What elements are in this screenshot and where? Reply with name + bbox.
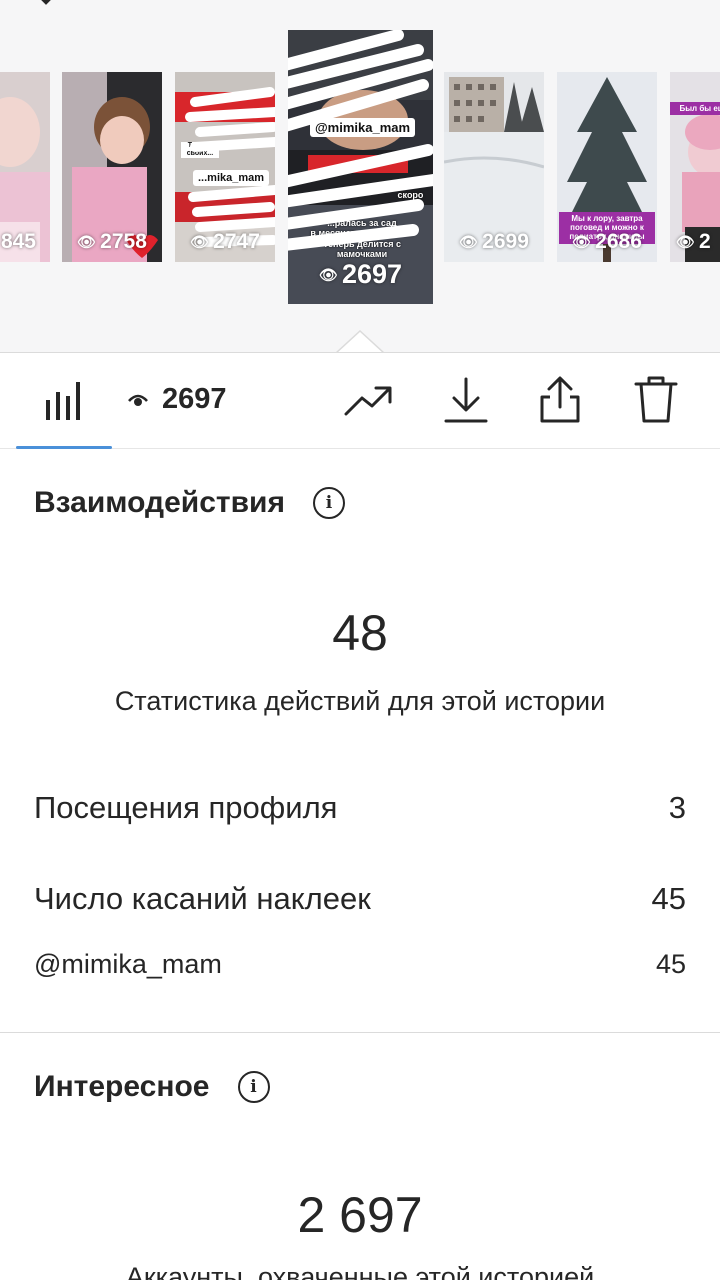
interactions-header: Взаимодействия i — [34, 486, 345, 520]
story-caption: ...ралась за сад в месяцев и выиграла! Т… — [310, 218, 414, 260]
story-caption: Тот кто своих... — [181, 142, 219, 159]
delete-button[interactable] — [628, 375, 684, 425]
share-button[interactable] — [532, 375, 588, 425]
info-icon[interactable]: i — [312, 487, 345, 519]
eye-icon: 👁 — [318, 266, 338, 284]
active-tab-indicator — [16, 446, 112, 449]
info-icon[interactable]: i — [237, 1071, 270, 1103]
story-thumbnail[interactable]: Мы к лору, завтра поговед и можно к педи… — [557, 72, 657, 262]
story-views: 👁 2699 — [459, 230, 529, 253]
stat-label: Число касаний наклеек — [34, 881, 371, 916]
discovery-total: 2 697 — [297, 1187, 423, 1243]
trending-icon — [344, 386, 392, 416]
discovery-subtitle: Аккаунты, охваченные этой историей — [125, 1262, 595, 1280]
story-strip: 845 👁 2758 Тот кто своих... ...mika_mam — [0, 0, 720, 352]
stat-value: 45 — [651, 881, 686, 916]
eye-icon: 👁 — [572, 234, 592, 251]
section-title: Взаимодействия — [34, 486, 285, 519]
story-caption: Был бы ещё не — [670, 102, 720, 116]
stat-value: 3 — [668, 790, 686, 825]
story-views: 👁 2747 — [190, 230, 260, 253]
stat-row-sticker-taps[interactable]: Число касаний наклеек 45 — [34, 881, 686, 917]
mention-sticker: ...mika_mam — [193, 170, 270, 186]
story-caption-2: Уже скоро — [397, 180, 424, 201]
story-thumbnail[interactable]: 👁 2699 — [444, 72, 544, 262]
stat-row-profile-visits[interactable]: Посещения профиля 3 — [34, 790, 686, 826]
section-title: Интересное — [34, 1070, 210, 1103]
toolbar-view-count[interactable]: 2697 — [128, 383, 227, 416]
story-thumbnail[interactable]: Был бы ещё не 👁 2 — [670, 72, 720, 262]
download-icon — [444, 377, 488, 423]
story-views: 👁 2 — [676, 230, 711, 253]
eye-icon — [128, 394, 148, 406]
story-views: 👁 2758 — [77, 230, 147, 253]
story-views: 845 — [0, 230, 36, 253]
insights-bars-icon — [46, 382, 80, 420]
interactions-subtitle: Статистика действий для этой истории — [114, 686, 606, 716]
section-divider — [0, 1032, 720, 1033]
stat-label: Посещения профиля — [34, 790, 338, 825]
promote-button[interactable] — [340, 375, 396, 425]
eye-icon: 👁 — [77, 234, 97, 251]
download-button[interactable] — [438, 375, 494, 425]
eye-icon: 👁 — [190, 234, 210, 251]
selection-pointer — [336, 330, 384, 352]
story-thumbnail[interactable]: 845 — [0, 72, 50, 262]
story-thumbnail[interactable]: 👁 2758 — [62, 72, 162, 262]
story-thumbnail[interactable]: Тот кто своих... ...mika_mam 👁 2747 — [175, 72, 275, 262]
share-icon — [540, 376, 580, 423]
insights-tab[interactable] — [40, 375, 88, 425]
views-count: 2697 — [162, 383, 227, 415]
story-views: 👁 2697 — [318, 259, 403, 289]
story-thumbnail-selected[interactable]: @mimika_mam ...ралась за сад в месяцев и… — [288, 30, 433, 304]
story-toolbar: 2697 — [0, 352, 720, 449]
mention-sticker: @mimika_mam — [310, 118, 416, 137]
eye-icon: 👁 — [676, 234, 696, 251]
stat-row-mention-sticker[interactable]: @mimika_mam 45 — [34, 949, 686, 980]
back-arrow-icon[interactable] — [26, 0, 66, 10]
discovery-header: Интересное i — [34, 1070, 270, 1104]
eye-icon: 👁 — [459, 234, 479, 251]
stat-value: 45 — [655, 949, 686, 979]
story-views: 👁 2686 — [572, 230, 642, 253]
interactions-total: 48 — [332, 605, 388, 661]
trash-icon — [634, 376, 678, 423]
stat-label: @mimika_mam — [34, 949, 222, 979]
